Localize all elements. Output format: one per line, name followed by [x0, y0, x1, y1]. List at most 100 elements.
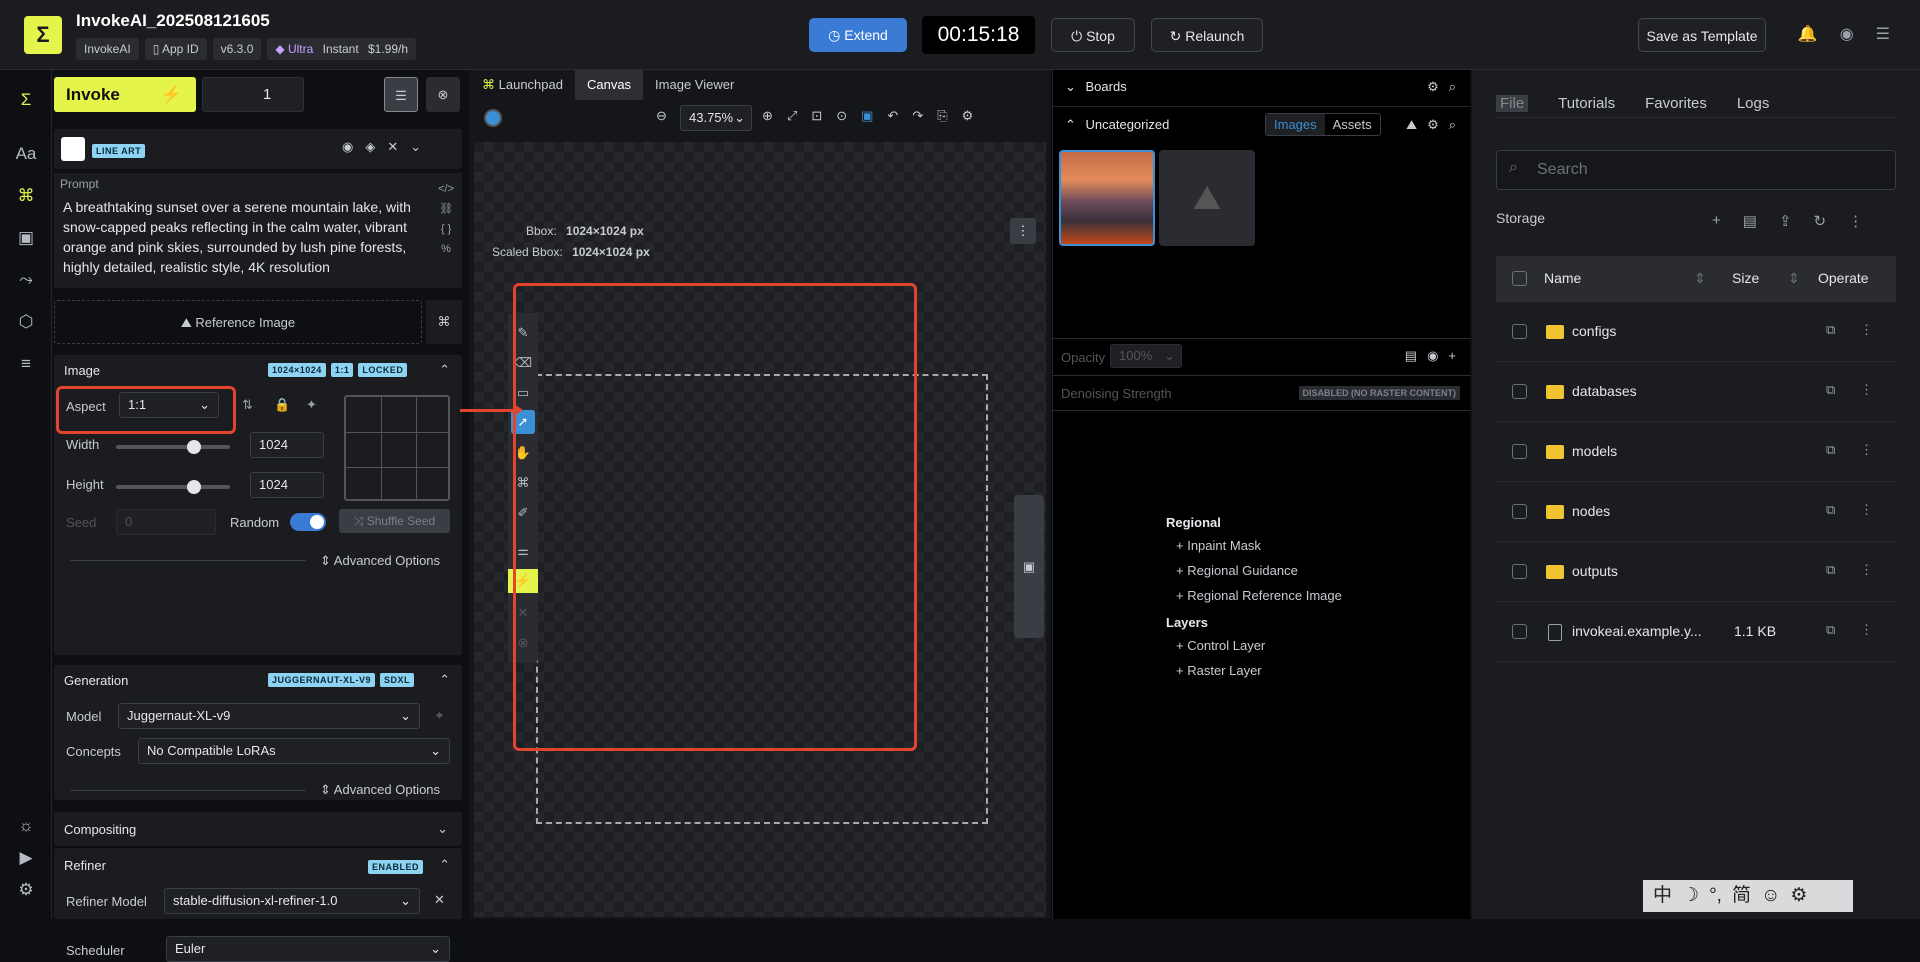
invoke-button[interactable]: Invoke ⚡ — [54, 77, 196, 112]
relaunch-button[interactable]: ↻ Relaunch — [1151, 18, 1263, 52]
row-checkbox[interactable] — [1512, 444, 1527, 459]
more-icon[interactable]: ⋮ — [1860, 622, 1873, 638]
models-icon[interactable]: ⬡ — [14, 310, 38, 334]
add-control-layer[interactable]: + Control Layer — [1176, 638, 1342, 653]
select-all-checkbox[interactable] — [1512, 271, 1527, 286]
menu-icon[interactable]: ☰ — [1876, 24, 1890, 44]
settings-icon[interactable]: ⚙ — [1427, 117, 1439, 133]
ime-punct[interactable]: °, — [1709, 880, 1722, 912]
quantity-stepper[interactable]: 1 — [202, 77, 304, 112]
table-row[interactable]: nodes ⧉ ⋮ — [1496, 482, 1896, 542]
file-name[interactable]: databases — [1572, 383, 1637, 399]
tag-app-id[interactable]: ▯ App ID — [144, 38, 207, 60]
add-regional-guidance[interactable]: + Regional Guidance — [1176, 563, 1342, 578]
file-name[interactable]: configs — [1572, 323, 1616, 339]
ime-chinese[interactable]: 中 — [1653, 880, 1672, 912]
discord-icon[interactable]: ◉ — [1840, 24, 1854, 44]
copy-icon[interactable]: ⧉ — [1826, 502, 1835, 518]
more-icon[interactable]: ⋮ — [1860, 322, 1873, 338]
tab-assets[interactable]: Assets — [1325, 114, 1380, 135]
seed-input[interactable]: 0 — [116, 509, 216, 535]
gallery-toggle-button[interactable]: ▣ — [1014, 495, 1044, 638]
focus-icon[interactable]: ⊙ — [836, 108, 847, 124]
gallery-thumbnail[interactable] — [1059, 150, 1155, 246]
height-slider[interactable] — [116, 485, 230, 489]
chevron-down-icon[interactable]: ⌄ — [437, 821, 448, 837]
col-size[interactable]: Size ⇕ — [1732, 270, 1800, 286]
upload-icon[interactable]: ⛰ — [1406, 117, 1417, 133]
queue-menu-button[interactable]: ☰ — [384, 77, 418, 112]
row-checkbox[interactable] — [1512, 324, 1527, 339]
row-checkbox[interactable] — [1512, 624, 1527, 639]
code-icon[interactable]: </> — [438, 179, 454, 199]
advanced-options-image[interactable]: ⇕ Advanced Options — [320, 553, 440, 569]
row-checkbox[interactable] — [1512, 384, 1527, 399]
search-icon[interactable]: ⌕ — [1449, 79, 1456, 95]
random-toggle[interactable] — [290, 513, 326, 531]
stop-button[interactable]: ⏻ Stop — [1051, 18, 1135, 52]
copy-icon[interactable]: ⧉ — [1826, 562, 1835, 578]
cancel-queue-button[interactable]: ⊗ — [426, 77, 460, 112]
save-icon[interactable]: ▣ — [861, 108, 873, 124]
refresh-icon[interactable]: ↻ — [1814, 212, 1827, 230]
table-row[interactable]: configs ⧉ ⋮ — [1496, 302, 1896, 362]
settings-icon[interactable]: ⚙ — [14, 878, 38, 902]
reference-image-button[interactable]: ⛰ Reference Image — [54, 300, 422, 344]
search-icon[interactable]: ⌕ — [1449, 117, 1456, 133]
copy-icon[interactable]: ⧉ — [1826, 382, 1835, 398]
width-slider[interactable] — [116, 445, 230, 449]
extend-button[interactable]: ◷ Extend — [809, 18, 907, 52]
model-select[interactable]: Juggernaut-XL-v9 ⌄ — [118, 703, 420, 729]
more-icon[interactable]: ⋮ — [1860, 382, 1873, 398]
zoom-out-icon[interactable]: ⊖ — [656, 108, 667, 124]
add-icon[interactable]: + — [1712, 212, 1721, 230]
more-icon[interactable]: ⋮ — [1860, 502, 1873, 518]
prompt-box[interactable]: Prompt A breathtaking sunset over a sere… — [54, 173, 462, 288]
copy-icon[interactable]: ⧉ — [1826, 322, 1835, 338]
more-icon[interactable]: ⋮ — [1848, 212, 1863, 230]
copy-icon[interactable]: ⧉ — [1826, 442, 1835, 458]
close-icon[interactable]: ✕ — [387, 139, 398, 155]
file-name[interactable]: models — [1572, 443, 1617, 459]
file-name[interactable]: invokeai.example.y... — [1572, 623, 1702, 639]
scheduler-select[interactable]: Euler ⌄ — [166, 936, 450, 962]
canvas-settings-icon[interactable]: ⚙ — [962, 108, 974, 124]
tab-canvas[interactable]: Canvas — [574, 70, 644, 100]
add-regional-reference[interactable]: + Regional Reference Image — [1176, 588, 1342, 603]
braces-icon[interactable]: { } — [438, 219, 454, 239]
file-name[interactable]: nodes — [1572, 503, 1610, 519]
width-input[interactable]: 1024 — [250, 432, 324, 458]
youtube-icon[interactable]: ▶ — [14, 846, 38, 870]
tab-tutorials[interactable]: Tutorials — [1558, 95, 1615, 112]
sparkle-icon[interactable]: ✦ — [306, 397, 317, 413]
shuffle-seed-button[interactable]: ⤨ Shuffle Seed — [339, 509, 450, 533]
collapse-icon[interactable]: ⌃ — [439, 362, 450, 378]
concepts-select[interactable]: No Compatible LoRAs ⌄ — [138, 738, 450, 764]
bell-icon[interactable]: 🔔 — [1798, 24, 1818, 44]
prompt-text[interactable]: A breathtaking sunset over a serene moun… — [63, 197, 433, 277]
close-icon[interactable]: ✕ — [434, 892, 445, 908]
tab-file[interactable]: File — [1496, 95, 1529, 112]
more-icon[interactable]: ⋮ — [1010, 218, 1036, 244]
opacity-select[interactable]: 100% ⌄ — [1110, 344, 1182, 368]
emoji-icon[interactable]: ☺ — [1761, 880, 1780, 912]
file-name[interactable]: outputs — [1572, 563, 1618, 579]
gear-icon[interactable]: ⚙ — [1790, 880, 1807, 912]
search-input[interactable]: Search — [1496, 150, 1896, 190]
workflow-icon[interactable]: ⤳ — [14, 268, 38, 292]
color-picker[interactable] — [484, 109, 502, 127]
advanced-options-generation[interactable]: ⇕ Advanced Options — [320, 782, 440, 798]
eye-icon[interactable]: ◉ — [342, 139, 353, 155]
archive-icon[interactable]: ▤ — [1743, 212, 1757, 230]
collapse-icon[interactable]: ⌃ — [439, 672, 450, 688]
add-icon[interactable]: + — [1448, 348, 1456, 364]
zoom-select[interactable]: 43.75% ⌄ — [680, 105, 752, 131]
tab-favorites[interactable]: Favorites — [1645, 95, 1707, 112]
add-raster-layer[interactable]: + Raster Layer — [1176, 663, 1342, 678]
link-icon[interactable]: ⛓ — [438, 199, 454, 219]
row-checkbox[interactable] — [1512, 564, 1527, 579]
layer-stack-icon[interactable]: ▤ — [1405, 348, 1417, 364]
boards-header[interactable]: ⌄ Boards — [1065, 79, 1127, 95]
layers-icon[interactable]: ◈ — [365, 139, 375, 155]
tab-images[interactable]: Images — [1266, 114, 1325, 135]
